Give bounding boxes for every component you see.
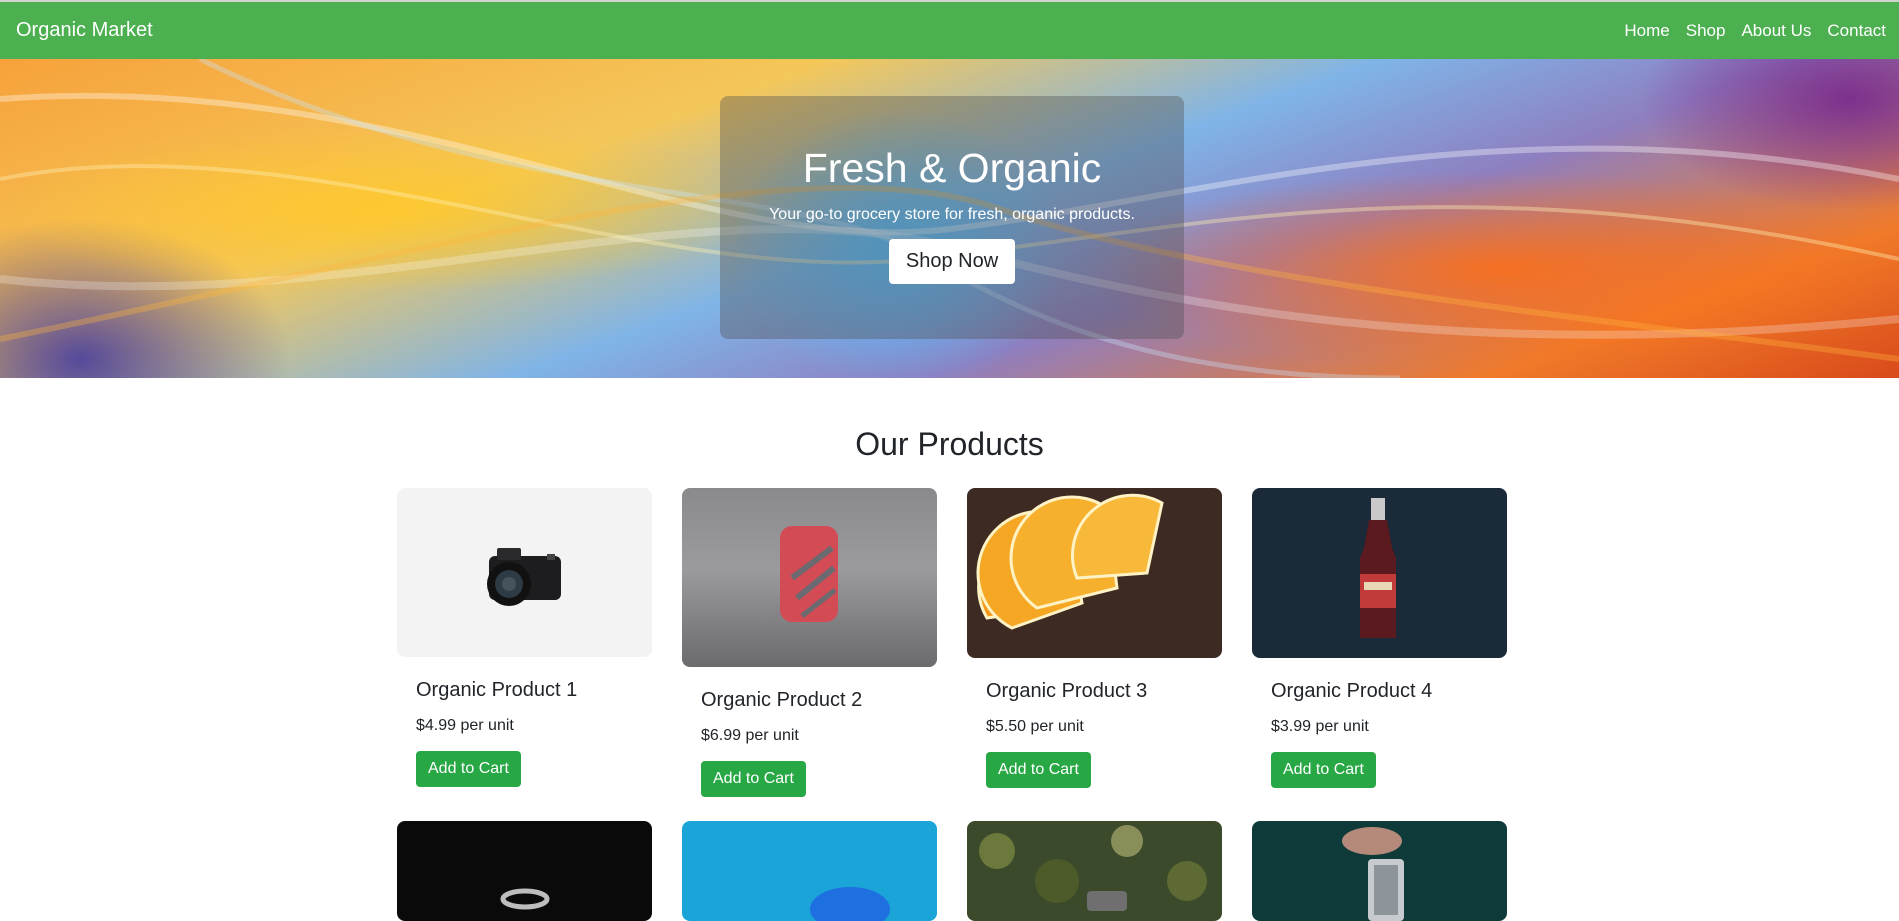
- nav-link-about-us[interactable]: About Us: [1733, 21, 1819, 41]
- product-image-ginger-beer-bottle[interactable]: [1252, 488, 1507, 658]
- nav-link-shop[interactable]: Shop: [1678, 21, 1734, 41]
- hero-title: Fresh & Organic: [802, 145, 1102, 191]
- bottle-icon: [1360, 498, 1396, 638]
- add-to-cart-button[interactable]: Add to Cart: [1271, 752, 1376, 788]
- product-price: $6.99 per unit: [701, 727, 799, 744]
- product-name: Organic Product 3: [986, 680, 1148, 702]
- nav-link-home[interactable]: Home: [1616, 21, 1677, 41]
- add-to-cart-button[interactable]: Add to Cart: [986, 752, 1091, 788]
- product-image-orange-slices[interactable]: [967, 488, 1222, 658]
- product-card: [682, 821, 937, 921]
- product-image-plants[interactable]: [967, 821, 1222, 921]
- nav-links: Home Shop About Us Contact: [1616, 21, 1886, 41]
- orange-slices-icon: [976, 493, 1164, 630]
- product-image-camera[interactable]: [397, 488, 652, 657]
- hero-card: Fresh & Organic Your go-to grocery store…: [720, 96, 1184, 339]
- product-card: Organic Product 3 $5.50 per unit Add to …: [967, 488, 1222, 788]
- add-to-cart-button[interactable]: Add to Cart: [416, 751, 521, 787]
- add-to-cart-button[interactable]: Add to Cart: [701, 761, 806, 797]
- navbar: Organic Market Home Shop About Us Contac…: [0, 2, 1899, 59]
- product-card: Organic Product 2 $6.99 per unit Add to …: [682, 488, 937, 797]
- plants-icon: [979, 825, 1207, 911]
- product-image-wristwatch[interactable]: [1252, 821, 1507, 921]
- product-name: Organic Product 1: [416, 679, 578, 701]
- product-price: $5.50 per unit: [986, 718, 1084, 735]
- product-name: Organic Product 4: [1271, 680, 1433, 702]
- product-name: Organic Product 2: [701, 689, 863, 711]
- product-card: [397, 821, 652, 921]
- product-price: $3.99 per unit: [1271, 718, 1369, 735]
- ring-icon: [500, 888, 550, 910]
- product-card: Organic Product 1 $4.99 per unit Add to …: [397, 488, 652, 787]
- product-image-lighter[interactable]: [682, 488, 937, 667]
- brand-logo[interactable]: Organic Market: [16, 19, 153, 42]
- product-image-ring[interactable]: [397, 821, 652, 921]
- product-image-blue-object[interactable]: [682, 821, 937, 921]
- shop-now-button[interactable]: Shop Now: [888, 239, 1016, 284]
- blue-object-icon: [810, 887, 890, 921]
- wristwatch-icon: [1342, 827, 1404, 921]
- products-section-title: Our Products: [855, 426, 1044, 462]
- product-card: [967, 821, 1222, 921]
- camera-icon: [487, 548, 561, 606]
- product-price: $4.99 per unit: [416, 717, 514, 734]
- hero-subtitle: Your go-to grocery store for fresh, orga…: [769, 206, 1135, 223]
- nav-link-contact[interactable]: Contact: [1819, 21, 1886, 41]
- hero-banner: Fresh & Organic Your go-to grocery store…: [0, 59, 1899, 378]
- lighter-icon: [780, 526, 838, 622]
- product-card: [1252, 821, 1507, 921]
- product-card: Organic Product 4 $3.99 per unit Add to …: [1252, 488, 1507, 788]
